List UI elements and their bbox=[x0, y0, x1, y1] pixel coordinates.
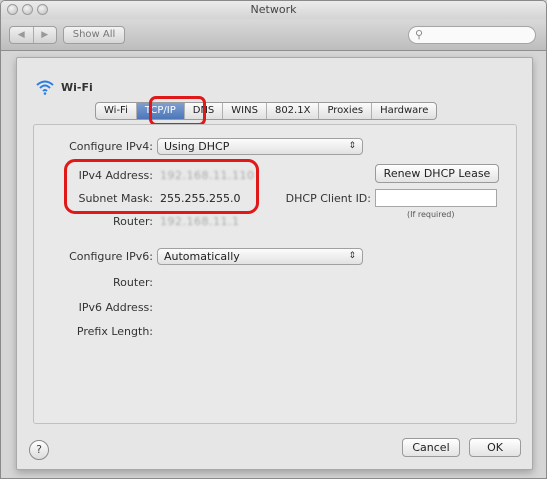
network-window: Network ◀ ▶ Show All ⚲ Wi-Fi Wi-Fi TCP/I… bbox=[0, 0, 547, 479]
tab-bar: Wi-Fi TCP/IP DNS WINS 802.1X Proxies Har… bbox=[95, 102, 438, 120]
dhcp-client-id-label: DHCP Client ID: bbox=[285, 192, 371, 205]
interface-header: Wi-Fi bbox=[35, 78, 93, 96]
tab-proxies[interactable]: Proxies bbox=[319, 103, 373, 119]
popup-arrows-icon: ⇕ bbox=[348, 251, 356, 261]
interface-name: Wi-Fi bbox=[61, 80, 93, 94]
advanced-sheet: Wi-Fi Wi-Fi TCP/IP DNS WINS 802.1X Proxi… bbox=[16, 57, 533, 470]
cancel-button[interactable]: Cancel bbox=[402, 438, 460, 457]
configure-ipv6-label: Configure IPv6: bbox=[69, 250, 153, 263]
configure-ipv4-popup[interactable]: Using DHCP ⇕ bbox=[157, 138, 363, 155]
tab-8021x[interactable]: 802.1X bbox=[267, 103, 320, 119]
tab-wins[interactable]: WINS bbox=[223, 103, 267, 119]
router-label: Router: bbox=[113, 215, 153, 228]
prefix-length-label: Prefix Length: bbox=[76, 325, 153, 338]
dhcp-client-id-field[interactable] bbox=[375, 189, 497, 207]
wifi-icon bbox=[36, 80, 54, 95]
back-forward-control: ◀ ▶ bbox=[9, 26, 57, 44]
ipv6-router-label: Router: bbox=[113, 276, 153, 289]
window-title: Network bbox=[250, 3, 297, 16]
ipv6-address-label: IPv6 Address: bbox=[78, 301, 153, 314]
tab-hardware[interactable]: Hardware bbox=[372, 103, 436, 119]
search-field[interactable]: ⚲ bbox=[408, 26, 536, 44]
ok-button[interactable]: OK bbox=[469, 438, 521, 457]
back-arrow-icon[interactable]: ◀ bbox=[10, 27, 34, 43]
tab-wifi[interactable]: Wi-Fi bbox=[96, 103, 137, 119]
address-highlight-annotation bbox=[64, 159, 259, 214]
help-button[interactable]: ? bbox=[29, 440, 49, 460]
configure-ipv6-value: Automatically bbox=[164, 250, 240, 263]
popup-arrows-icon: ⇕ bbox=[348, 141, 356, 151]
dhcp-client-id-hint: (If required) bbox=[407, 210, 455, 219]
show-all-button[interactable]: Show All bbox=[63, 26, 125, 44]
renew-dhcp-lease-button[interactable]: Renew DHCP Lease bbox=[375, 164, 499, 183]
configure-ipv4-value: Using DHCP bbox=[164, 140, 230, 153]
tab-highlight-annotation bbox=[149, 96, 206, 126]
configure-ipv4-label: Configure IPv4: bbox=[69, 140, 153, 153]
search-icon: ⚲ bbox=[415, 28, 424, 41]
toolbar: ◀ ▶ Show All ⚲ bbox=[1, 19, 546, 51]
configure-ipv6-popup[interactable]: Automatically ⇕ bbox=[157, 248, 363, 265]
router-value: 192.168.11.1 bbox=[160, 215, 240, 228]
forward-arrow-icon[interactable]: ▶ bbox=[34, 27, 57, 43]
title-bar: Network bbox=[1, 1, 546, 19]
